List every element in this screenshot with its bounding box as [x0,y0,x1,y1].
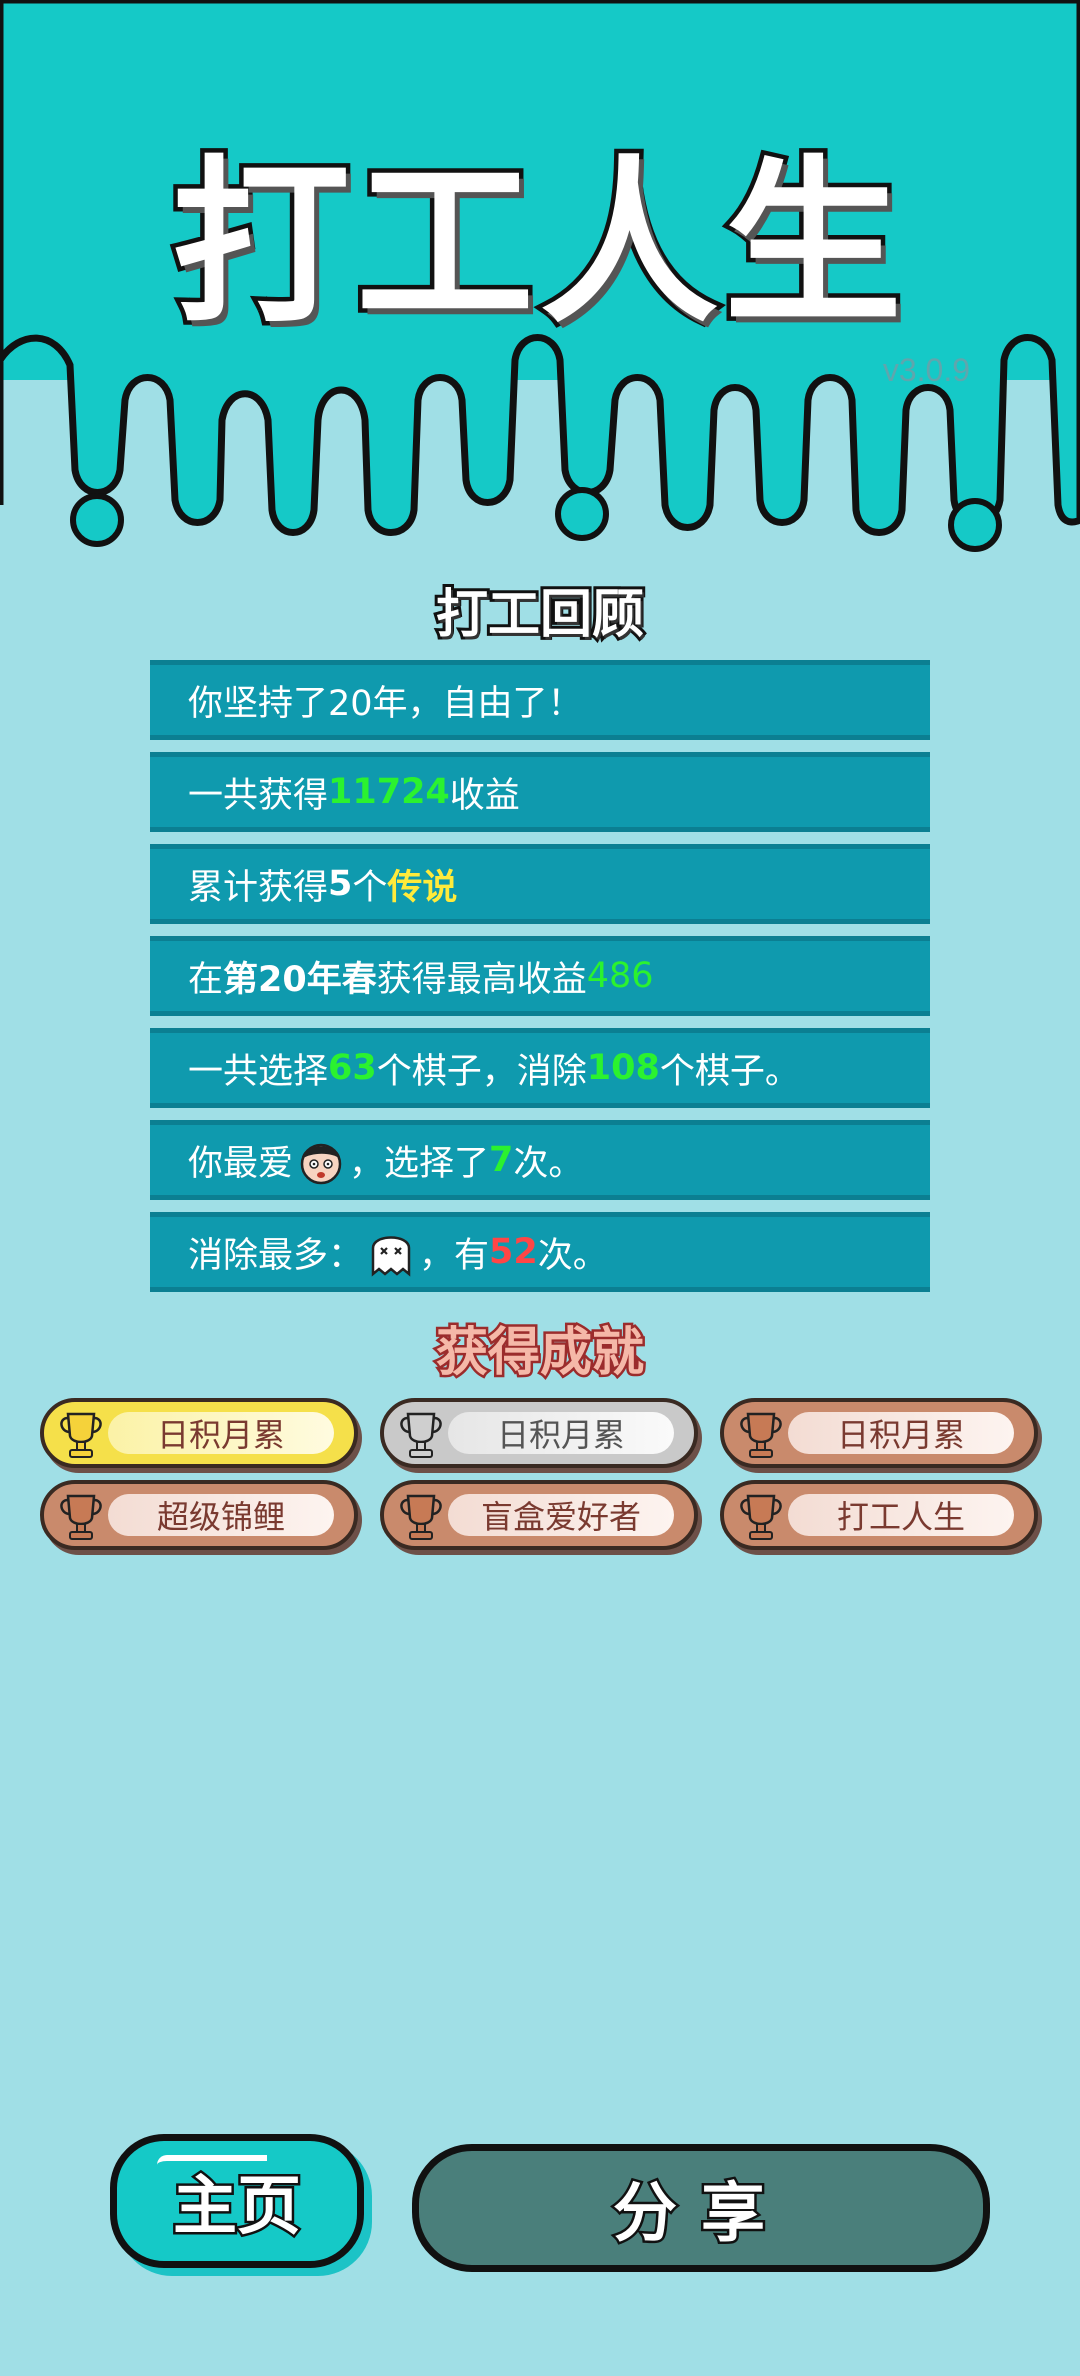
trophy-icon [400,1494,442,1540]
boy-face-icon [300,1143,342,1185]
best-season: 第20年春 [223,959,377,1000]
achievement-badge[interactable]: 超级锦鲤 [40,1480,358,1550]
trophy-icon [60,1412,102,1458]
trophy-icon [400,1412,442,1458]
review-text: 你坚持了20年，自由了！ [188,683,583,724]
version-label: v3.0.9 [882,352,970,388]
removed-count: 108 [586,1048,660,1088]
review-text: 消除最多： [188,1235,364,1276]
achievement-label: 超级锦鲤 [156,1498,285,1536]
favorite-times: 7 [489,1140,514,1180]
button-shine [157,2155,267,2165]
review-list: 你坚持了20年，自由了！ 一共获得 11724 收益 累计获得 5 个传说 在 第20年… [150,660,930,1304]
review-text: 累计获得 [188,867,329,908]
share-button[interactable]: 分享 [412,2144,990,2272]
achievement-badge[interactable]: 日积月累 [720,1398,1038,1468]
trophy-icon [740,1494,782,1540]
review-text: 在 [188,959,224,1000]
review-text: 个 [352,867,388,908]
review-text: ，选择了 [349,1143,490,1184]
review-row-years: 你坚持了20年，自由了！ [150,660,930,740]
review-text: 你最爱 [188,1143,294,1184]
achievement-badge[interactable]: 打工人生 [720,1480,1038,1550]
trophy-icon [740,1412,782,1458]
achievement-label: 盲盒爱好者 [480,1498,641,1536]
chosen-count: 63 [328,1048,377,1088]
review-row-legend: 累计获得 5 个传说 [150,844,930,924]
ghost-icon [371,1236,411,1277]
review-text: 获得最高收益 [376,959,587,1000]
best-income-value: 486 [586,956,654,996]
review-row-most-removed: 消除最多： ，有 52 次。 [150,1212,930,1292]
achievement-grid: 日积月累 日积月累 日积月累 超级锦鲤 盲盒爱好者 打工人生 [40,1398,1040,1562]
home-button-label: 主页 [171,2168,304,2247]
achievement-label: 日积月累 [156,1416,285,1454]
review-text: 收益 [449,775,520,816]
legend-count: 5 [328,864,353,904]
most-removed-times: 52 [489,1232,538,1272]
review-text: 次。 [513,1143,584,1184]
achievement-badge[interactable]: 日积月累 [40,1398,358,1468]
achievement-badge[interactable]: 日积月累 [380,1398,698,1468]
review-text: 个棋子。 [659,1051,800,1092]
achievement-label: 日积月累 [836,1416,965,1454]
achievements-title: 获得成就 [433,1321,646,1386]
review-text: 次。 [537,1235,608,1276]
legend-label: 传说 [387,867,458,908]
review-title: 打工回顾 [433,582,647,648]
achievement-label: 打工人生 [836,1498,965,1536]
review-row-best-season: 在 第20年春 获得最高收益 486 [150,936,930,1016]
review-row-pieces: 一共选择 63 个棋子，消除 108 个棋子。 [150,1028,930,1108]
app-title: 打工人生 [168,136,908,352]
total-income-value: 11724 [328,772,450,812]
review-row-income: 一共获得 11724 收益 [150,752,930,832]
achievement-label: 日积月累 [496,1416,625,1454]
review-text: 一共获得 [188,775,329,816]
achievement-badge[interactable]: 盲盒爱好者 [380,1480,698,1550]
review-text: 个棋子，消除 [376,1051,587,1092]
review-text: ，有 [419,1235,490,1276]
share-button-label: 分享 [611,2175,789,2254]
home-button[interactable]: 主页 [110,2134,364,2268]
review-text: 一共选择 [188,1051,329,1092]
trophy-icon [60,1494,102,1540]
review-row-favorite: 你最爱 ，选择了 7 次。 [150,1120,930,1200]
